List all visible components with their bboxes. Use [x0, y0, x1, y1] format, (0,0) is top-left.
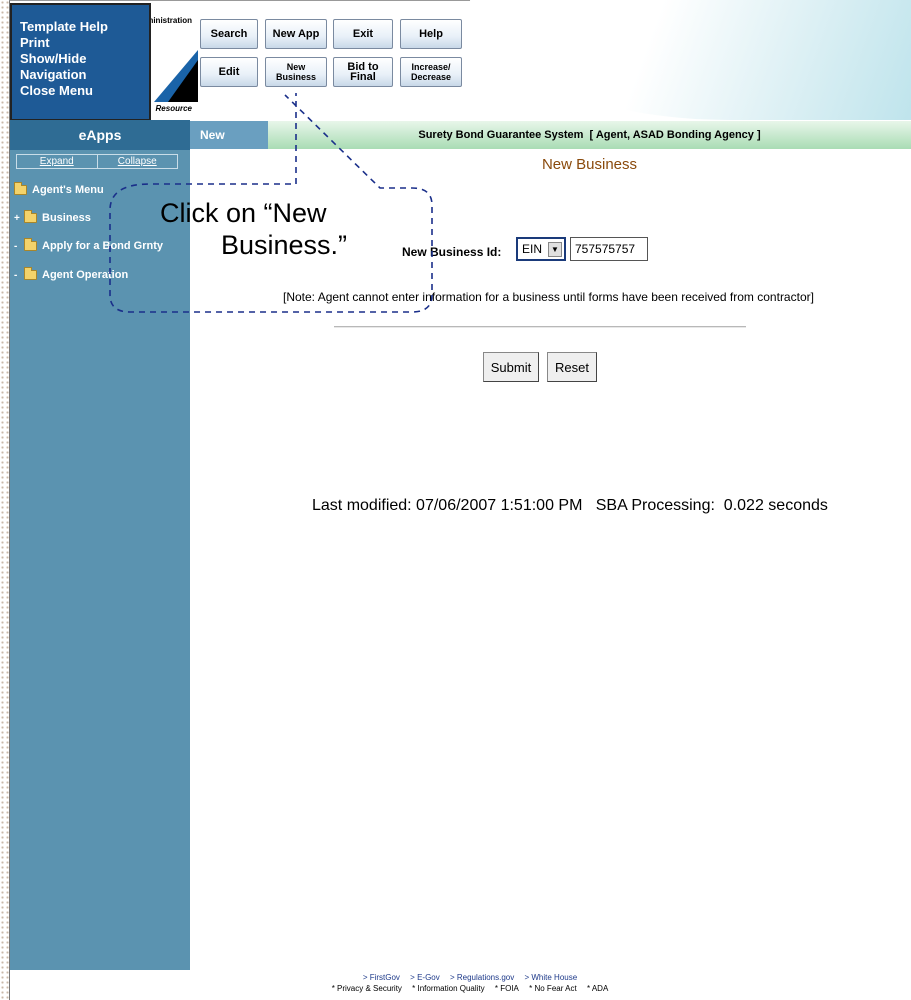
id-type-value: EIN	[522, 242, 543, 256]
folder-icon	[24, 238, 37, 251]
collapse-minus-icon[interactable]: -	[14, 241, 22, 252]
menu-template-help[interactable]: Template Help	[20, 19, 149, 35]
folder-icon	[14, 182, 27, 195]
business-id-input[interactable]: 757575757	[570, 237, 648, 261]
increase-decrease-button[interactable]: Increase/ Decrease	[400, 57, 462, 87]
agency-logo-icon	[154, 50, 198, 102]
sidebar-item-agents-menu[interactable]: Agent's Menu	[14, 182, 104, 196]
new-business-id-label: New Business Id:	[402, 245, 502, 259]
logo-text-bottom: Resource	[155, 104, 192, 113]
tab-new[interactable]: New	[190, 121, 268, 149]
footer-link-firstgov[interactable]: > FirstGov	[363, 973, 400, 982]
menu-show-hide-navigation[interactable]: Show/Hide Navigation	[20, 51, 149, 83]
new-app-button[interactable]: New App	[265, 19, 327, 49]
sidebar-item-label: Agent Operation	[42, 269, 129, 281]
menu-print[interactable]: Print	[20, 35, 149, 51]
footer-link-egov[interactable]: > E-Gov	[410, 973, 440, 982]
expand-plus-icon[interactable]: +	[14, 213, 22, 224]
sidebar-item-label: Agent's Menu	[32, 184, 104, 196]
submit-button[interactable]: Submit	[483, 352, 539, 382]
footer-link-no-fear-act[interactable]: * No Fear Act	[529, 984, 577, 993]
sidebar-item-label: Apply for a Bond Grnty	[42, 240, 163, 252]
expand-link[interactable]: Expand	[17, 155, 97, 168]
folder-icon	[24, 267, 37, 280]
footer-link-whitehouse[interactable]: > White House	[524, 973, 577, 982]
footer-link-info-quality[interactable]: * Information Quality	[412, 984, 484, 993]
eapps-header: eApps	[10, 120, 190, 150]
id-type-select[interactable]: EIN ▼	[516, 237, 566, 261]
menu-close-menu[interactable]: Close Menu	[20, 83, 149, 99]
logo-text-top: ministration	[146, 16, 192, 25]
edit-button[interactable]: Edit	[200, 57, 258, 87]
slide-edge-decoration	[0, 0, 9, 1000]
footer-link-foia[interactable]: * FOIA	[495, 984, 519, 993]
template-popup-menu: Template Help Print Show/Hide Navigation…	[10, 3, 151, 121]
callout-text-line2: Business.”	[221, 230, 348, 260]
new-business-button[interactable]: New Business	[265, 57, 327, 87]
callout-text-line1: Click on “New	[160, 198, 327, 228]
sidebar-item-business[interactable]: + Business	[14, 210, 91, 224]
collapse-minus-icon[interactable]: -	[14, 270, 22, 281]
footer-link-privacy[interactable]: * Privacy & Security	[332, 984, 402, 993]
sidebar-item-label: Business	[42, 212, 91, 224]
footer-link-ada[interactable]: * ADA	[587, 984, 608, 993]
folder-icon	[24, 210, 37, 223]
bid-to-final-button[interactable]: Bid to Final	[333, 57, 393, 87]
sidebar-item-agent-operation[interactable]: - Agent Operation	[14, 267, 129, 281]
sidebar-item-apply-for-bond[interactable]: - Apply for a Bond Grnty	[14, 238, 163, 252]
last-modified-status: Last modified: 07/06/2007 1:51:00 PM SBA…	[312, 497, 828, 514]
chevron-down-icon[interactable]: ▼	[548, 242, 562, 257]
agent-note: [Note: Agent cannot enter information fo…	[283, 290, 814, 304]
collapse-link[interactable]: Collapse	[96, 155, 178, 168]
expand-collapse-controls: Expand Collapse	[16, 154, 178, 169]
search-button[interactable]: Search	[200, 19, 258, 49]
exit-button[interactable]: Exit	[333, 19, 393, 49]
footer-links: > FirstGov > E-Gov > Regulations.gov > W…	[190, 972, 750, 994]
footer-link-regulations[interactable]: > Regulations.gov	[450, 973, 514, 982]
reset-button[interactable]: Reset	[547, 352, 597, 382]
divider	[334, 326, 746, 328]
help-button[interactable]: Help	[400, 19, 462, 49]
page-title: New Business	[541, 156, 638, 173]
system-title-bar: Surety Bond Guarantee System [ Agent, AS…	[268, 121, 911, 149]
sidebar-nav: Expand Collapse Agent's Menu + Business …	[10, 150, 190, 970]
